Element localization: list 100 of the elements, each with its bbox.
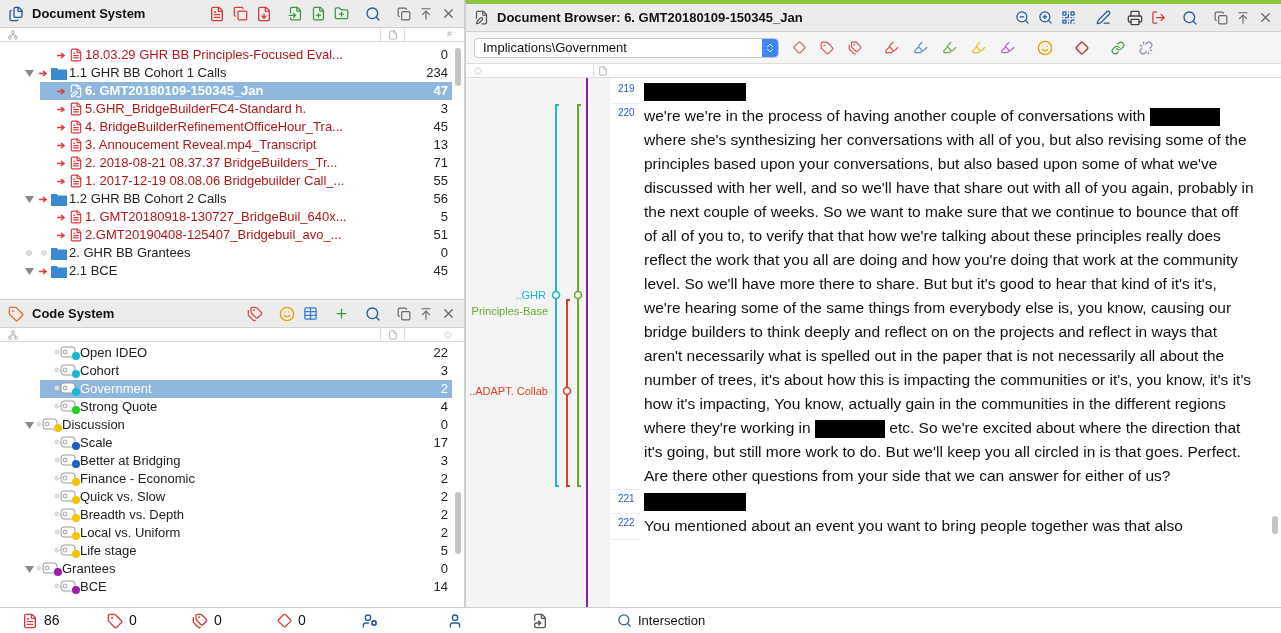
close-icon[interactable] <box>441 6 456 21</box>
document-name: 1. GMT20180918-130727_BridgeBuil_640x... <box>85 208 348 227</box>
restore-icon[interactable] <box>1214 10 1228 25</box>
expanded-triangle-icon[interactable] <box>24 565 34 573</box>
highlighter-icon[interactable] <box>942 40 957 55</box>
coded-count: 4 <box>439 398 449 417</box>
code-row[interactable]: Life stage 5 <box>40 542 452 560</box>
search-icon[interactable] <box>365 5 381 22</box>
collapsed-dot-icon[interactable] <box>26 250 32 256</box>
code-name: Quick vs. Slow <box>80 488 167 507</box>
document-row[interactable]: 4. BridgeBuilderRefinementOfficeHour_Tra... 45 <box>40 118 452 136</box>
search-icon[interactable] <box>365 305 381 322</box>
document-arrow-icon[interactable] <box>532 612 548 629</box>
highlighter-icon[interactable] <box>1000 40 1015 55</box>
code-row[interactable]: Local vs. Uniform 2 <box>40 524 452 542</box>
code-row[interactable]: Cohort 3 <box>40 362 452 380</box>
code-row[interactable]: Discussion 0 <box>22 416 452 434</box>
code-row[interactable]: Breadth vs. Depth 2 <box>40 506 452 524</box>
coded-count: 55 <box>432 172 449 191</box>
coded-count: 0 <box>439 244 449 263</box>
search-icon[interactable] <box>1182 9 1198 26</box>
code-row[interactable]: Better at Bridging 3 <box>40 452 452 470</box>
search-icon[interactable] <box>617 613 632 628</box>
import-icon[interactable] <box>288 6 303 21</box>
smiley-icon[interactable] <box>1037 39 1053 56</box>
edit-icon[interactable] <box>1096 10 1111 25</box>
document-row[interactable]: 18.03.29 GHR BB Principles-Focused Eval... 0 <box>40 46 452 64</box>
document-name: 1. 2017-12-19 08.08.06 Bridgebuilder Call_... <box>85 172 346 191</box>
new-code-icon[interactable] <box>334 306 349 321</box>
text-document-icon <box>69 102 83 116</box>
coded-count: 2 <box>439 380 449 399</box>
collapse-icon[interactable] <box>1236 10 1250 25</box>
scrollbar-thumb[interactable] <box>455 492 461 554</box>
expanded-triangle-icon[interactable] <box>24 421 34 429</box>
count-column-header: # <box>447 27 452 41</box>
document-row[interactable]: 5.GHR_BridgeBuilderFC4-Standard h. 3 <box>40 100 452 118</box>
code-select[interactable]: Implications\Government <box>474 37 779 58</box>
coding-stripe[interactable] <box>552 104 562 487</box>
highlighter-icon[interactable] <box>884 40 899 55</box>
expanded-triangle-icon[interactable] <box>24 267 34 275</box>
code-name: BCE <box>80 578 108 597</box>
arrow-icon <box>57 213 66 221</box>
document-row[interactable]: 2.1 BCE 45 <box>22 262 452 280</box>
scrollbar-thumb[interactable] <box>455 48 461 86</box>
restore-icon[interactable] <box>397 6 411 21</box>
document-name: 5.GHR_BridgeBuilderFC4-Standard h. <box>85 100 308 119</box>
expanded-triangle-icon[interactable] <box>24 195 34 203</box>
scrollbar-thumb[interactable] <box>1272 516 1278 534</box>
intersection-label[interactable]: Intersection <box>638 610 706 631</box>
user-icon[interactable] <box>447 612 463 629</box>
tag-icon <box>107 612 123 629</box>
new-document-icon[interactable] <box>311 6 326 21</box>
panel-title: Document Browser: 6. GMT20180109-150345_Jan <box>497 8 803 27</box>
expanded-triangle-icon[interactable] <box>24 69 34 77</box>
smiley-icon[interactable] <box>279 305 295 322</box>
collapse-icon[interactable] <box>419 6 433 21</box>
close-icon[interactable] <box>1258 10 1273 25</box>
new-folder-icon[interactable] <box>334 6 349 21</box>
document-row[interactable]: 2. GHR BB Grantees 0 <box>22 244 452 262</box>
coding-stripe[interactable] <box>574 104 584 487</box>
restore-icon[interactable] <box>397 306 411 321</box>
code-row[interactable]: BCE 14 <box>40 578 452 596</box>
segment-icon <box>277 613 292 628</box>
arrow-icon <box>57 105 66 113</box>
zoom-out-icon[interactable] <box>1015 10 1030 25</box>
document-row[interactable]: 1. GMT20180918-130727_BridgeBuil_640x... 5 <box>40 208 452 226</box>
code-tags-icon[interactable] <box>247 305 263 322</box>
zoom-in-icon[interactable] <box>1038 10 1053 25</box>
document-row[interactable]: 1.2 GHR BB Cohort 2 Calls 56 <box>22 190 452 208</box>
export-icon[interactable] <box>1151 10 1166 25</box>
arrow-icon <box>39 267 48 275</box>
coding-stripe[interactable] <box>563 299 573 487</box>
code-row[interactable]: Grantees 0 <box>22 560 452 578</box>
user-cog-icon[interactable] <box>362 612 378 629</box>
document-row[interactable]: 1.1 GHR BB Cohort 1 Calls 234 <box>22 64 452 82</box>
document-list-icon[interactable] <box>209 5 225 22</box>
line-number: 219 <box>610 80 640 104</box>
collapse-icon[interactable] <box>419 306 433 321</box>
document-name: 2.1 BCE <box>69 262 119 281</box>
tree-icon[interactable] <box>8 29 18 40</box>
code-row[interactable]: Scale 17 <box>40 434 452 452</box>
close-icon[interactable] <box>441 306 456 321</box>
unlink-icon[interactable] <box>1139 40 1153 55</box>
highlighter-icon[interactable] <box>913 40 928 55</box>
table-icon[interactable] <box>303 306 318 321</box>
document-row[interactable]: 2. 2018-08-21 08.37.37 BridgeBuilders_Tr... 71 <box>40 154 452 172</box>
document-row[interactable]: 2.GMT20190408-125407_Bridgebuil_avo_... 51 <box>40 226 452 244</box>
link-icon[interactable] <box>1111 40 1125 55</box>
coded-count: 2 <box>439 506 449 525</box>
copy-icon[interactable] <box>233 6 248 21</box>
arrow-icon <box>57 159 66 167</box>
tree-icon[interactable] <box>8 329 18 340</box>
code-row[interactable]: Finance - Economic 2 <box>40 470 452 488</box>
code-row[interactable]: Strong Quote 4 <box>40 398 452 416</box>
document-row[interactable]: 1. 2017-12-19 08.08.06 Bridgebuilder Call_... 55 <box>40 172 452 190</box>
arrow-icon <box>57 231 66 239</box>
code-row[interactable]: Quick vs. Slow 2 <box>40 488 452 506</box>
print-icon[interactable] <box>1127 9 1143 26</box>
code-row[interactable]: Open IDEO 22 <box>40 344 452 362</box>
document-row[interactable]: 3. Annoucement Reveal.mp4_Transcript 13 <box>40 136 452 154</box>
